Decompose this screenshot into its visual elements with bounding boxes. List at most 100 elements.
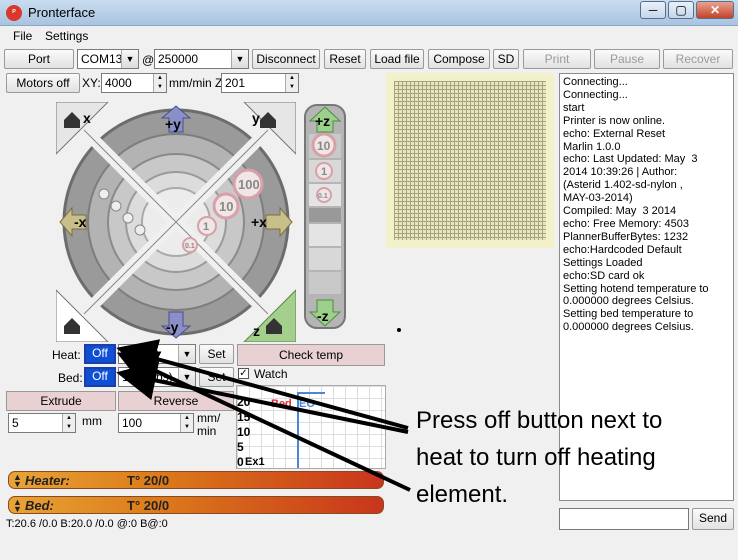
window-title: Pronterface bbox=[28, 5, 96, 20]
chevron-down-icon: ▼ bbox=[178, 368, 195, 386]
extrude-speed-unit: mm/ min bbox=[197, 412, 220, 438]
annotation-line: Press off button next to bbox=[416, 407, 663, 434]
z-step-10-label: 10 bbox=[317, 139, 331, 153]
bed-temp-value: 120 (abs) bbox=[122, 370, 173, 384]
graph-y-20: 20 bbox=[237, 395, 251, 409]
minus-z-label: -z bbox=[317, 308, 329, 324]
heater-gauge-value: T° 20/0 bbox=[127, 473, 170, 488]
at-label: @ bbox=[142, 53, 155, 67]
spin-arrows-icon: ▲ ▼ bbox=[62, 414, 75, 432]
graph-extra-tag: EO bbox=[299, 398, 315, 410]
sd-button[interactable]: SD bbox=[493, 49, 519, 69]
bed-off-button[interactable]: Off bbox=[84, 367, 116, 387]
log-line: Marlin 1.0.0 bbox=[563, 140, 621, 153]
log-line: 0.000000 degrees Celsius. bbox=[563, 321, 694, 334]
z-step-down-01-zone[interactable] bbox=[309, 224, 341, 246]
log-line: Printer is now online. bbox=[563, 114, 666, 127]
step-1-badge[interactable]: 1 bbox=[197, 216, 217, 236]
step-100-badge[interactable]: 100 bbox=[232, 168, 264, 200]
annotation-text: Press off button next to heat to turn of… bbox=[416, 402, 736, 513]
extrude-length-input[interactable]: 5 ▲ ▼ bbox=[8, 413, 76, 433]
z-step-down-1-zone[interactable] bbox=[309, 248, 341, 270]
log-line: Compiled: May 3 2014 bbox=[563, 205, 677, 218]
port-select-value: COM13 bbox=[81, 52, 123, 66]
watch-label: Watch bbox=[254, 367, 288, 381]
log-line: Setting hotend temperature to bbox=[563, 282, 709, 295]
graph-y-0: 0 bbox=[237, 455, 244, 469]
temperature-graph: 20 15 10 5 0 Bed EO Ex1 bbox=[236, 385, 386, 469]
z-step-down-10-zone[interactable] bbox=[309, 272, 341, 294]
z-step-10-badge[interactable]: 10 bbox=[311, 132, 337, 158]
watch-checkbox[interactable]: ✓ bbox=[238, 368, 249, 379]
z-feedrate-label: mm/min Z: bbox=[169, 76, 226, 90]
baud-select[interactable]: 250000 ▼ bbox=[154, 49, 249, 69]
motors-off-button[interactable]: Motors off bbox=[6, 73, 80, 93]
log-line: echo:Hardcoded Default bbox=[563, 243, 682, 256]
step-100-label: 100 bbox=[238, 177, 260, 192]
spin-arrows-icon: ▲ ▼ bbox=[285, 74, 298, 92]
print-bed-preview[interactable] bbox=[386, 73, 554, 248]
xy-feedrate-input[interactable]: 4000 ▲ ▼ bbox=[101, 73, 167, 93]
disconnect-button[interactable]: Disconnect bbox=[252, 49, 320, 69]
baud-select-value: 250000 bbox=[158, 52, 199, 66]
annotation-line: element. bbox=[416, 481, 509, 508]
home-x-label: x bbox=[83, 110, 91, 126]
app-logo-icon: ᴾ bbox=[6, 5, 22, 21]
close-button[interactable]: ✕ bbox=[696, 1, 734, 19]
heat-set-button[interactable]: Set bbox=[199, 344, 234, 364]
z-feedrate-input[interactable]: 201 ▲ ▼ bbox=[221, 73, 299, 93]
z-feedrate-value: 201 bbox=[225, 76, 246, 90]
port-button[interactable]: Port bbox=[4, 49, 74, 69]
home-z-label: z bbox=[253, 323, 260, 339]
heat-temp-select[interactable]: 5 (abs) ▼ bbox=[118, 344, 196, 364]
menu-settings[interactable]: Settings bbox=[45, 29, 88, 43]
log-line: echo: External Reset bbox=[563, 127, 666, 140]
step-1-label: 1 bbox=[203, 221, 209, 233]
reverse-button[interactable]: Reverse bbox=[118, 391, 234, 411]
chevron-down-icon: ▼ bbox=[231, 50, 248, 68]
menu-file[interactable]: File bbox=[13, 29, 32, 43]
maximize-button[interactable]: ▢ bbox=[668, 1, 694, 19]
step-01-badge[interactable]: 0.1 bbox=[182, 237, 198, 253]
minimize-button[interactable]: ─ bbox=[640, 1, 666, 19]
extrude-speed-value: 100 bbox=[122, 416, 143, 430]
gauge-marker-icon: ▲ ▼ bbox=[13, 472, 22, 489]
load-file-button[interactable]: Load file bbox=[370, 49, 424, 69]
chevron-down-icon: ▼ bbox=[178, 345, 195, 363]
log-line: 0.000000 degrees Celsius. bbox=[563, 295, 694, 308]
graph-y-10: 10 bbox=[237, 425, 251, 439]
step-01-label: 0.1 bbox=[185, 243, 195, 250]
compose-button[interactable]: Compose bbox=[428, 49, 490, 69]
recover-button[interactable]: Recover bbox=[663, 49, 733, 69]
port-select[interactable]: COM13 ▼ bbox=[77, 49, 139, 69]
annotation-dot bbox=[397, 328, 401, 332]
extrude-button[interactable]: Extrude bbox=[6, 391, 116, 411]
bed-temp-select[interactable]: 120 (abs) ▼ bbox=[118, 367, 196, 387]
main-panel: Port COM13 ▼ @ 250000 ▼ Disconnect Reset… bbox=[0, 46, 738, 560]
graph-bed-tag: Bed bbox=[271, 398, 292, 410]
xy-feedrate-value: 4000 bbox=[105, 76, 132, 90]
minus-y-label: -y bbox=[166, 319, 179, 335]
z-step-1-badge[interactable]: 1 bbox=[315, 162, 333, 180]
graph-y-15: 15 bbox=[237, 410, 251, 424]
bed-set-button[interactable]: Set bbox=[199, 367, 234, 387]
reset-button[interactable]: Reset bbox=[324, 49, 366, 69]
log-line: PlannerBufferBytes: 1232 bbox=[563, 230, 689, 243]
graph-series-top bbox=[297, 392, 325, 394]
heat-off-button[interactable]: Off bbox=[84, 344, 116, 364]
graph-ex1-tag: Ex1 bbox=[245, 456, 265, 468]
print-button[interactable]: Print bbox=[523, 49, 591, 69]
z-step-01-badge[interactable]: 0.1 bbox=[316, 187, 332, 203]
extrude-speed-input[interactable]: 100 ▲ ▼ bbox=[118, 413, 194, 433]
z-center-divider bbox=[309, 208, 341, 222]
step-10-badge[interactable]: 10 bbox=[212, 192, 240, 220]
xy-jog-control[interactable]: x y z +y -y -x +x 100 10 1 0.1 bbox=[56, 102, 296, 342]
spin-arrows-icon: ▲ ▼ bbox=[153, 74, 166, 92]
check-temp-button[interactable]: Check temp bbox=[237, 344, 385, 366]
z-jog-control[interactable]: +z -z 10 1 0.1 bbox=[304, 104, 346, 329]
extrude-length-unit: mm bbox=[82, 414, 102, 428]
gauge-marker-icon: ▲ ▼ bbox=[13, 497, 22, 514]
title-bar: ᴾ Pronterface ─ ▢ ✕ bbox=[0, 0, 738, 26]
pause-button[interactable]: Pause bbox=[594, 49, 660, 69]
chevron-down-icon: ▼ bbox=[121, 50, 138, 68]
